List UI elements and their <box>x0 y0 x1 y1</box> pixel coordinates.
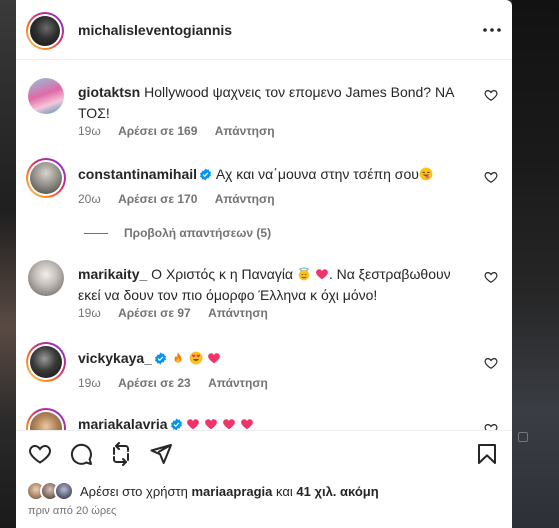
comments-panel: michalisleventogiannis giotaktsn Hollywo… <box>16 0 512 528</box>
like-comment-heart-icon[interactable] <box>484 356 498 370</box>
smiling-face-with-halo-emoji <box>298 267 310 281</box>
commenter-avatar[interactable] <box>26 158 66 198</box>
pink-heart-emoji <box>241 419 253 430</box>
repost-icon[interactable] <box>109 442 133 466</box>
comment-time: 19ω <box>78 124 101 138</box>
comment-meta: 20ω Αρέσει σε 170 Απάντηση <box>78 192 289 206</box>
likes-connector: και <box>276 483 293 499</box>
comment-text: marikaity_ Ο Χριστός κ η Παναγία . Να ξε… <box>78 264 470 306</box>
commenter-avatar[interactable] <box>26 408 66 430</box>
heart-icon[interactable] <box>28 442 52 466</box>
carousel-indicator-icon <box>518 432 528 442</box>
likes-text: Αρέσει στο χρήστη mariaapragia και 41 χι… <box>80 484 379 499</box>
reply-button[interactable]: Απάντηση <box>208 376 268 390</box>
comment-icon[interactable] <box>69 442 93 466</box>
actions-divider <box>16 430 512 431</box>
author-avatar[interactable] <box>26 12 64 50</box>
comment-meta: 19ω Αρέσει σε 169 Απάντηση <box>78 124 289 138</box>
comment-username[interactable]: mariakalavria <box>78 416 168 430</box>
like-comment-heart-icon[interactable] <box>484 422 498 430</box>
bookmark-icon[interactable] <box>475 442 499 466</box>
likes-others-link[interactable]: 41 χιλ. ακόμη <box>296 484 378 499</box>
comments-list: giotaktsn Hollywood ψαχνεις τον επομενο … <box>16 60 512 430</box>
view-replies-label: Προβολή απαντήσεων (5) <box>124 226 272 240</box>
like-comment-heart-icon[interactable] <box>484 170 498 184</box>
comment-text: constantinamihail Αχ και να΄μουνα στην τ… <box>78 164 470 185</box>
comment-likes[interactable]: Αρέσει σε 23 <box>118 376 191 390</box>
comment-likes[interactable]: Αρέσει σε 97 <box>118 306 191 320</box>
commenter-avatar[interactable] <box>28 260 64 296</box>
pink-heart-emoji <box>315 269 328 280</box>
fire-emoji <box>174 352 182 363</box>
comment-time: 19ω <box>78 376 101 390</box>
likes-user-link[interactable]: mariaapragia <box>191 484 272 499</box>
likes-summary: Αρέσει στο χρήστη mariaapragia και 41 χι… <box>26 480 379 502</box>
comment-username[interactable]: marikaity_ <box>78 266 147 282</box>
post-header: michalisleventogiannis <box>16 0 512 60</box>
comment-meta: 19ω Αρέσει σε 97 Απάντηση <box>78 306 282 320</box>
reply-button[interactable]: Απάντηση <box>208 306 268 320</box>
comment-meta: 19ω Αρέσει σε 23 Απάντηση <box>78 376 282 390</box>
reply-button[interactable]: Απάντηση <box>215 124 275 138</box>
post-actions-bar <box>16 436 512 472</box>
commenter-avatar[interactable] <box>26 342 66 382</box>
comment-username[interactable]: constantinamihail <box>78 166 197 182</box>
face-with-tongue-emoji <box>419 167 433 181</box>
pink-heart-emoji <box>187 419 200 430</box>
more-horizontal-icon[interactable] <box>480 20 504 40</box>
comment-time: 20ω <box>78 192 101 206</box>
comment-body-start: Ο Χριστός κ η Παναγία <box>151 266 294 282</box>
comment-text: vickykaya_ <box>78 348 470 369</box>
send-icon[interactable] <box>149 442 173 466</box>
comment-text: mariakalavria <box>78 414 470 430</box>
author-username[interactable]: michalisleventogiannis <box>78 22 232 38</box>
pink-heart-emoji <box>205 419 218 430</box>
comment-username[interactable]: vickykaya_ <box>78 350 152 366</box>
comment-likes[interactable]: Αρέσει σε 170 <box>118 192 197 206</box>
comment-username[interactable]: giotaktsn <box>78 84 140 100</box>
reply-button[interactable]: Απάντηση <box>215 192 275 206</box>
likes-prefix: Αρέσει στο χρήστη <box>80 483 188 499</box>
background-right-image <box>512 0 559 528</box>
view-replies-button[interactable]: Προβολή απαντήσεων (5) <box>84 225 271 241</box>
comment-text: giotaktsn Hollywood ψαχνεις τον επομενο … <box>78 82 470 124</box>
liker-avatar[interactable] <box>54 481 74 501</box>
comment-body: Αχ και να΄μουνα στην τσέπη σου <box>215 166 419 182</box>
view-replies-line <box>84 232 108 234</box>
verified-badge-icon <box>200 168 211 181</box>
verified-badge-icon <box>170 418 182 430</box>
like-comment-heart-icon[interactable] <box>484 270 498 284</box>
comment-time: 19ω <box>78 306 101 320</box>
background-left-image <box>0 0 16 528</box>
comment-likes[interactable]: Αρέσει σε 169 <box>118 124 197 138</box>
commenter-avatar[interactable] <box>28 78 64 114</box>
smiling-face-with-heart-eyes-emoji <box>189 351 203 365</box>
like-comment-heart-icon[interactable] <box>484 88 498 102</box>
pink-heart-emoji <box>207 353 220 364</box>
pink-heart-emoji <box>223 419 236 430</box>
verified-badge-icon <box>155 352 166 365</box>
post-timestamp[interactable]: πριν από 20 ώρες <box>28 505 116 517</box>
